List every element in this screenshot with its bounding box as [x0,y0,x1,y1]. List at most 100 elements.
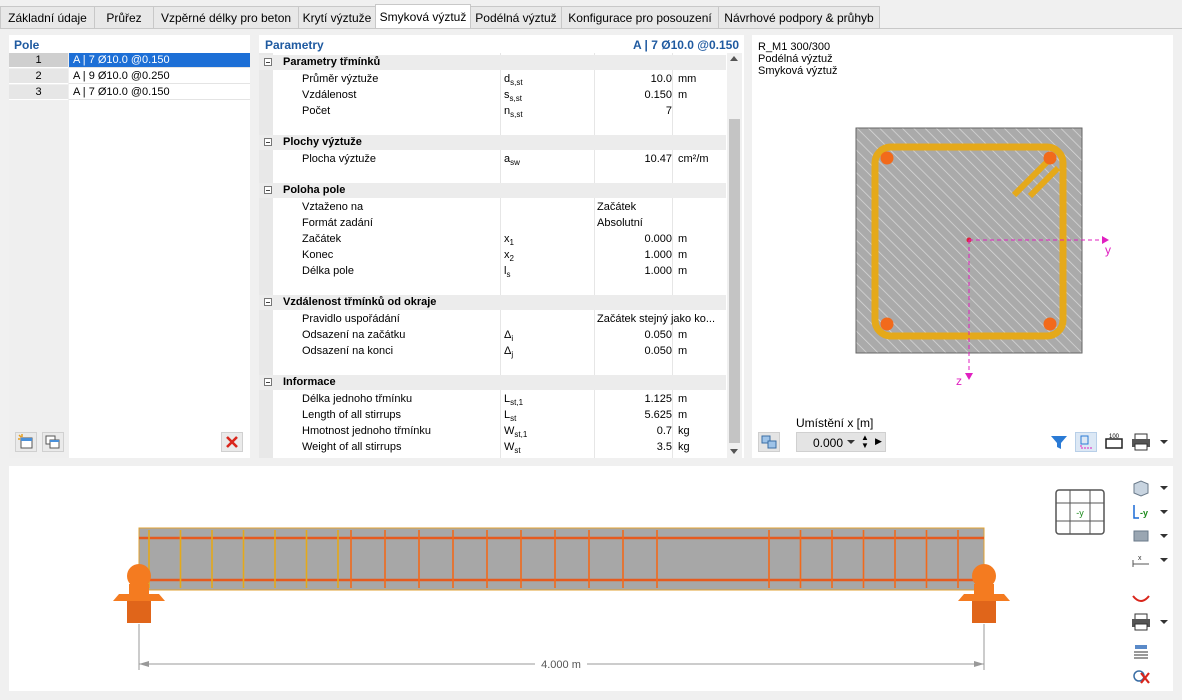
collapse-toggle-icon[interactable] [264,186,272,194]
collapse-toggle-icon[interactable] [264,378,272,386]
svg-text:x: x [1138,555,1142,562]
vertical-scrollbar[interactable] [727,53,742,458]
param-row[interactable]: Hmotnost jednoho třmínku Wst,1 0.7 kg [259,423,726,439]
deformation-button[interactable] [1130,588,1154,608]
swap-view-button[interactable] [758,432,780,452]
group-title: Parametry třmínků [283,56,381,68]
tab-podelna-vyztuz[interactable]: Podélná výztuž [470,6,562,28]
parameters-current-pole: A | 7 Ø10.0 @0.150 [632,38,739,52]
param-row[interactable]: Délka jednoho třmínku Lst,1 1.125 m [259,391,726,407]
pole-row-text: A | 7 Ø10.0 @0.150 [69,85,250,100]
pole-row-number: 3 [9,85,68,100]
param-value[interactable]: Začátek stejný jako ko... [597,311,715,327]
delete-pole-button[interactable] [221,432,243,452]
parameters-table: Parametry třmínků Průměr výztuže ds,st 1… [259,53,726,458]
param-value[interactable]: Absolutní [597,215,643,231]
pole-row-3[interactable]: 3 A | 7 Ø10.0 @0.150 [9,85,250,100]
group-title: Plochy výztuže [283,136,362,148]
print-button[interactable] [1130,432,1170,452]
chevron-down-icon[interactable] [1160,486,1168,490]
axis-toggle-button[interactable] [1075,432,1097,452]
param-row[interactable]: Délka pole ls 1.000 m [259,263,726,279]
param-row[interactable]: Začátek x1 0.000 m [259,231,726,247]
param-row[interactable]: Konec x2 1.000 m [259,247,726,263]
location-spinner[interactable]: 0.000 ▲ ▼ ▶ [796,432,886,452]
param-value[interactable]: 10.0 [596,71,672,87]
scrollbar-thumb[interactable] [729,119,740,443]
scroll-down-icon[interactable] [730,449,738,454]
collapse-toggle-icon[interactable] [264,138,272,146]
group-reinforcement-area[interactable]: Plochy výztuže [259,135,726,150]
settings-list-button[interactable] [1130,642,1154,662]
chevron-down-icon[interactable] [1160,620,1168,624]
reset-view-button[interactable] [1130,666,1154,686]
param-row[interactable]: Vzdálenost ss,st 0.150 m [259,87,726,103]
dimension-button[interactable]: 100 [1103,432,1125,452]
param-value[interactable]: 1.000 [596,247,672,263]
collapse-toggle-icon[interactable] [264,58,272,66]
pole-row-2[interactable]: 2 A | 9 Ø10.0 @0.250 [9,69,250,84]
param-row[interactable]: Odsazení na začátku Δi 0.050 m [259,327,726,343]
param-value[interactable]: 7 [596,103,672,119]
play-icon[interactable]: ▶ [875,436,882,447]
chevron-down-icon[interactable] [1160,510,1168,514]
chevron-down-icon[interactable] [1160,534,1168,538]
new-item-icon [18,434,33,449]
group-edge-distance[interactable]: Vzdálenost třmínků od okraje [259,295,726,310]
collapse-toggle-icon[interactable] [264,298,272,306]
param-row[interactable]: Vztaženo na Začátek [259,199,726,215]
display-layers-button[interactable] [1130,526,1170,546]
param-value[interactable]: 0.000 [596,231,672,247]
y-axis-label: y [1105,243,1111,257]
z-axis-label: z [956,374,962,388]
param-value[interactable]: 1.000 [596,263,672,279]
view-mode-button[interactable] [1130,478,1170,498]
param-value[interactable]: Začátek [597,199,636,215]
param-value: 0.7 [596,423,672,439]
param-value[interactable]: 0.050 [596,327,672,343]
param-row[interactable]: Počet ns,st 7 [259,103,726,119]
reset-view-icon [1133,670,1150,684]
param-row[interactable]: Length of all stirrups Lst 5.625 m [259,407,726,423]
param-row[interactable]: Průměr výztuže ds,st 10.0 mm [259,71,726,87]
param-row[interactable]: Weight of all stirrups Wst 3.5 kg [259,439,726,455]
group-stirrup-params[interactable]: Parametry třmínků [259,55,726,70]
param-value: 3.5 [596,439,672,455]
group-pole-position[interactable]: Poloha pole [259,183,726,198]
scroll-up-icon[interactable] [730,56,738,61]
tab-vzperne-delky[interactable]: Vzpěrné délky pro beton [153,6,299,28]
tab-navrhove-podpory[interactable]: Návrhové podpory & průhyb [718,6,880,28]
param-row[interactable]: Formát zadání Absolutní [259,215,726,231]
copy-pole-button[interactable] [42,432,64,452]
param-unit: kg [678,425,690,437]
param-row[interactable]: Pravidlo uspořádání Začátek stejný jako … [259,311,726,327]
tab-smykova-vyztuz[interactable]: Smyková výztuž [375,4,471,29]
filter-button[interactable] [1048,432,1070,452]
group-information[interactable]: Informace [259,375,726,390]
chevron-down-icon[interactable] [847,440,855,444]
param-value[interactable]: 0.150 [596,87,672,103]
spin-updown-icon[interactable]: ▲ ▼ [861,434,869,450]
pole-row-1[interactable]: 1 A | 7 Ø10.0 @0.150 [9,53,250,68]
param-name: Počet [302,105,331,117]
print-beam-button[interactable] [1130,612,1170,632]
tab-konfigurace[interactable]: Konfigurace pro posouzení [561,6,719,28]
chevron-down-icon[interactable] [1160,558,1168,562]
tab-prurez[interactable]: Průřez [94,6,154,28]
chevron-down-icon[interactable] [1160,440,1168,444]
axis-direction-button[interactable]: -y [1130,502,1170,522]
parameters-panel: Parametry A | 7 Ø10.0 @0.150 Parametry t… [259,35,744,458]
pole-row-number: 2 [9,69,68,84]
param-value[interactable]: 10.47 [596,151,672,167]
view-cube[interactable]: -y [1054,488,1106,536]
x-axis-button[interactable]: x [1130,550,1170,570]
pole-row-text: A | 9 Ø10.0 @0.250 [69,69,250,84]
add-pole-button[interactable] [15,432,37,452]
tab-zakladni-udaje[interactable]: Základní údaje [0,6,95,28]
beam-drawing: 4.000 m [113,527,1010,671]
cube-view-icon [1133,480,1149,497]
param-value[interactable]: 0.050 [596,343,672,359]
param-row[interactable]: Odsazení na konci Δj 0.050 m [259,343,726,359]
param-row[interactable]: Plocha výztuže asw 10.47 cm²/m [259,151,726,167]
tab-kryti-vyztuze[interactable]: Krytí výztuže [298,6,376,28]
